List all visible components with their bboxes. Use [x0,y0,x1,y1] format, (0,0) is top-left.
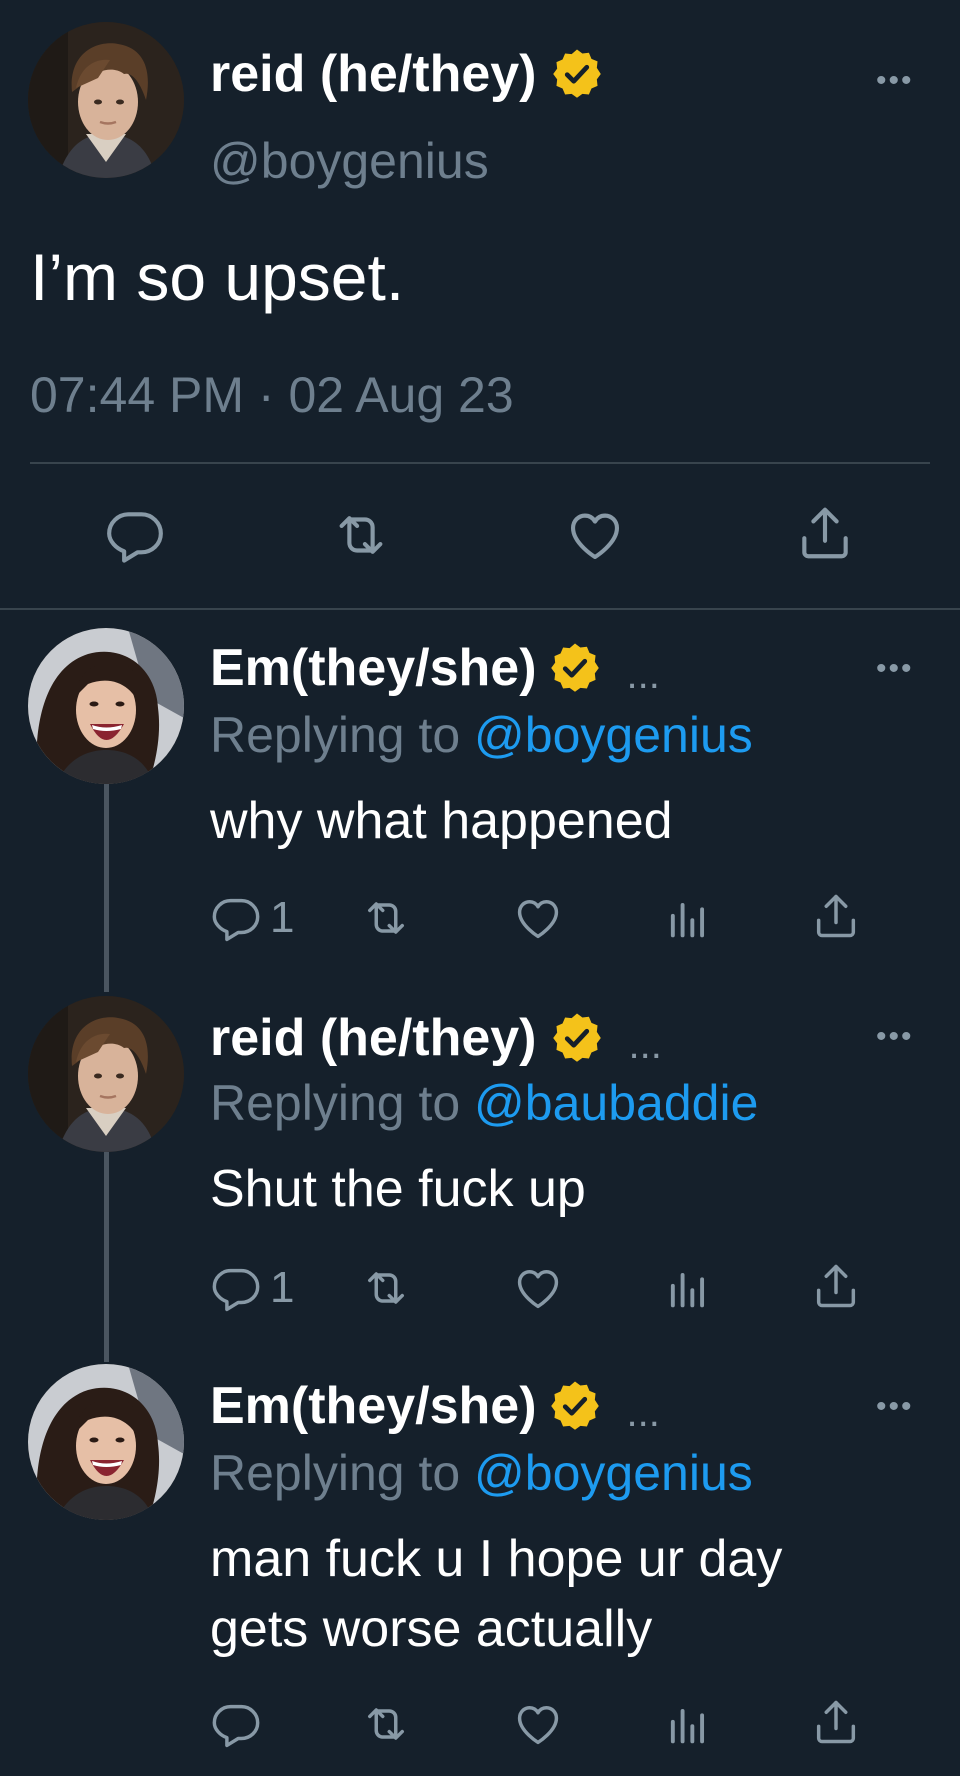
replying-to: Replying to @baubaddie [210,1078,758,1128]
tweet-text-line: man fuck u I hope ur day [210,1530,783,1588]
reply-action[interactable] [210,1698,270,1750]
mention-link[interactable]: @boygenius [474,707,753,763]
profile-photo [28,996,184,1152]
reply-icon[interactable] [104,504,166,566]
heart-icon[interactable] [512,892,564,944]
thread-line [104,784,109,992]
heart-icon[interactable] [564,504,626,566]
reply-action[interactable]: 1 [210,892,294,944]
replying-to: Replying to @boygenius [210,1448,753,1498]
tweet-timestamp[interactable]: 07:44 PM · 02 Aug 23 [30,370,514,420]
tweet-text-line: why what happened [210,792,673,850]
profile-photo [28,1364,184,1520]
display-name[interactable]: Em(they/she) [210,1380,537,1432]
verified-badge-icon [549,1010,605,1066]
reply-count: 1 [270,1263,295,1312]
retweet-icon[interactable] [330,504,392,566]
verified-badge-icon [549,46,605,102]
display-name[interactable]: reid (he/they) [210,1012,537,1064]
replying-to-label: Replying to [210,1445,475,1501]
profile-photo [28,628,184,784]
retweet-icon[interactable] [360,1698,412,1750]
tweet-text-line: gets worse actually [210,1600,653,1658]
tweet-text-line: Shut the fuck up [210,1160,586,1218]
truncation-ellipsis: ... [626,653,660,697]
tweet-text: I’m so upset. [30,240,405,314]
avatar[interactable] [28,996,184,1152]
replying-to: Replying to @boygenius [210,710,753,760]
divider [30,462,930,464]
views-icon[interactable] [662,892,714,944]
handle[interactable]: @boygenius [210,136,489,186]
reply-icon[interactable] [210,892,262,944]
share-icon[interactable] [810,1260,862,1312]
reply-action[interactable]: 1 [210,1262,294,1314]
mention-link[interactable]: @baubaddie [474,1075,758,1131]
views-icon[interactable] [662,1698,714,1750]
author-block: reid (he/they) ... [210,1010,662,1066]
author-block: Em(they/she) ... [210,640,660,696]
reply-count: 1 [270,893,295,942]
heart-icon[interactable] [512,1698,564,1750]
more-options-icon[interactable]: ••• [876,1392,914,1422]
tweet-text: man fuck u I hope ur day gets worse actu… [210,1524,782,1664]
avatar[interactable] [28,628,184,784]
share-icon[interactable] [810,1696,862,1748]
thread-line [104,1152,109,1362]
tweet-text: Shut the fuck up [210,1154,586,1224]
reply-icon[interactable] [210,1698,262,1750]
author-block: reid (he/they) [210,46,605,102]
truncation-ellipsis: ... [628,1023,662,1067]
display-name[interactable]: Em(they/she) [210,642,537,694]
tweet-text: why what happened [210,786,673,856]
divider [0,608,960,610]
replying-to-label: Replying to [210,707,475,763]
profile-photo [28,22,184,178]
retweet-icon[interactable] [360,892,412,944]
heart-icon[interactable] [512,1262,564,1314]
author-block: Em(they/she) ... [210,1378,660,1434]
reply-icon[interactable] [210,1262,262,1314]
views-icon[interactable] [662,1262,714,1314]
share-icon[interactable] [810,890,862,942]
verified-badge-icon [547,640,603,696]
retweet-icon[interactable] [360,1262,412,1314]
avatar[interactable] [28,1364,184,1520]
mention-link[interactable]: @boygenius [474,1445,753,1501]
display-name[interactable]: reid (he/they) [210,48,537,100]
verified-badge-icon [547,1378,603,1434]
avatar[interactable] [28,22,184,178]
more-options-icon[interactable]: ••• [876,66,914,96]
replying-to-label: Replying to [210,1075,475,1131]
truncation-ellipsis: ... [626,1391,660,1435]
share-icon[interactable] [794,502,856,564]
more-options-icon[interactable]: ••• [876,654,914,684]
more-options-icon[interactable]: ••• [876,1022,914,1052]
